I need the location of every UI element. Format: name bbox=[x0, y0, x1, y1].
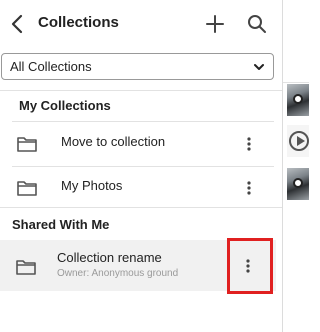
shared-collection-item[interactable]: Collection rename Owner: Anonymous groun… bbox=[0, 240, 276, 291]
divider bbox=[0, 207, 282, 208]
divider bbox=[0, 90, 282, 91]
search-icon bbox=[248, 15, 266, 33]
collection-filter-select[interactable]: All Collections bbox=[1, 53, 274, 80]
media-thumbnail[interactable] bbox=[287, 84, 309, 116]
photo-thumbnail-graphic bbox=[293, 94, 303, 104]
search-button[interactable] bbox=[245, 12, 269, 36]
page-title: Collections bbox=[38, 14, 119, 31]
collections-panel: Collections All Collections My Collectio… bbox=[0, 0, 282, 332]
play-triangle bbox=[297, 136, 305, 146]
folder-icon bbox=[17, 137, 37, 152]
collection-item-my-photos[interactable]: My Photos bbox=[0, 166, 275, 210]
kebab-menu-icon bbox=[246, 259, 250, 273]
shared-collection-label: Collection rename bbox=[57, 250, 162, 265]
media-thumbnail[interactable] bbox=[287, 168, 309, 200]
folder-icon bbox=[17, 181, 37, 196]
chevron-left-icon bbox=[11, 14, 23, 34]
shared-collection-owner: Owner: Anonymous ground bbox=[57, 268, 179, 279]
video-thumbnail[interactable] bbox=[287, 125, 309, 157]
panel-divider bbox=[282, 0, 283, 332]
divider bbox=[283, 82, 309, 83]
shared-with-me-heading: Shared With Me bbox=[12, 217, 110, 232]
more-options-button[interactable] bbox=[237, 254, 259, 278]
chevron-down-icon bbox=[254, 64, 264, 70]
photo-thumbnail-graphic bbox=[293, 178, 303, 188]
collection-item-label: My Photos bbox=[61, 178, 123, 193]
collection-item-move-to-collection[interactable]: Move to collection bbox=[0, 122, 275, 166]
kebab-menu-icon bbox=[247, 181, 251, 195]
my-collections-heading: My Collections bbox=[19, 98, 111, 113]
more-options-button[interactable] bbox=[238, 132, 260, 156]
add-collection-button[interactable] bbox=[203, 12, 227, 36]
collection-item-label: Move to collection bbox=[61, 134, 166, 149]
panel-header: Collections bbox=[0, 0, 282, 48]
collection-filter-value: All Collections bbox=[10, 59, 92, 74]
folder-icon bbox=[16, 260, 36, 275]
more-options-button[interactable] bbox=[238, 176, 260, 200]
back-button[interactable] bbox=[6, 10, 28, 38]
plus-icon bbox=[206, 15, 224, 33]
kebab-menu-icon bbox=[247, 137, 251, 151]
